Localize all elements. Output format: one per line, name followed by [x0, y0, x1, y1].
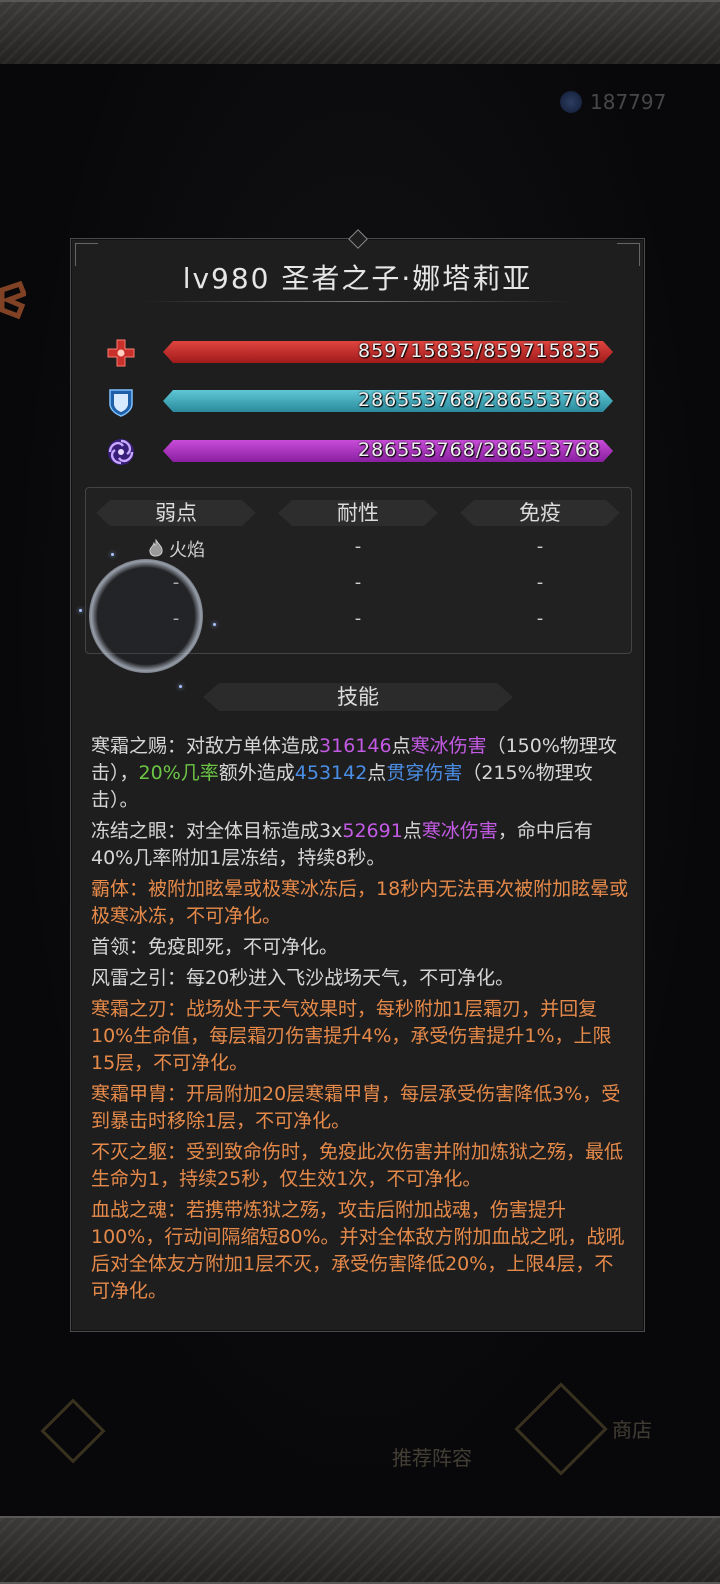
- weakness-cell: -: [172, 608, 180, 629]
- damage-type: 贯穿伤害: [386, 762, 463, 784]
- health-cross-icon: [107, 339, 135, 367]
- skill-name: 冻结之眼: [91, 820, 168, 842]
- gem-icon: [560, 91, 582, 113]
- bottom-nav: 推荐阵容 商店: [0, 1380, 720, 1500]
- skills-list: 寒霜之赐：对敌方单体造成316146点寒冰伤害（150%物理攻击），20%几率额…: [91, 733, 631, 1309]
- skill-text: 点: [367, 762, 387, 784]
- bottom-frame: [0, 1516, 720, 1584]
- passive-entry: 首领：免疫即死，不可净化。: [91, 936, 339, 958]
- energy-row: 286553768/286553768: [105, 438, 615, 466]
- shop-button[interactable]: 商店: [612, 1414, 652, 1443]
- skill-text: 点: [402, 820, 422, 842]
- shield-icon: [109, 389, 133, 417]
- damage-type: 寒冰伤害: [410, 735, 487, 757]
- hp-value: 859715835/859715835: [358, 340, 601, 362]
- hp-bar: 859715835/859715835: [163, 341, 613, 363]
- back-diamond-icon[interactable]: [40, 1398, 106, 1464]
- resistance-cell: -: [354, 572, 362, 593]
- weakness-cell: -: [172, 572, 180, 593]
- boss-info-panel: lv980 圣者之子·娜塔莉亚 859715835/859715835 2865…: [70, 229, 645, 1332]
- weakness-label: 火焰: [169, 540, 205, 561]
- swirl-icon: [108, 439, 134, 465]
- shield-row: 286553768/286553768: [105, 388, 615, 417]
- passive-entry: 寒霜之刃：战场处于天气效果时，每秒附加1层霜刃，并回复10%生命值，每层霜刃伤害…: [91, 998, 612, 1074]
- shield-bar: 286553768/286553768: [163, 390, 613, 412]
- skills-header: 技能: [203, 683, 513, 711]
- sparkle: [79, 609, 82, 612]
- currency-display: 187797: [560, 90, 666, 114]
- damage-value: 316146: [319, 735, 392, 757]
- resistance-cell: -: [354, 608, 362, 629]
- sparkle: [213, 623, 216, 626]
- passive-entry: 血战之魂：若携带炼狱之殇，攻击后附加战魂，伤害提升100%，行动间隔缩短80%。…: [91, 1199, 625, 1302]
- resistance-header: 耐性: [278, 500, 438, 526]
- passive-entry: 不灭之躯：受到致命伤时，免疫此次伤害并附加炼狱之殇，最低生命为1，持续25秒，仅…: [91, 1141, 624, 1190]
- immunity-cell: -: [536, 572, 544, 593]
- resistance-table: 弱点 耐性 免疫 火焰 - - - - - - - -: [85, 487, 632, 654]
- resistance-cell: -: [354, 536, 362, 557]
- recommend-lineup-button[interactable]: 推荐阵容: [392, 1442, 472, 1471]
- flame-icon: [149, 539, 163, 557]
- passive-entry: 霸体：被附加眩晕或极寒冰冻后，18秒内无法再次被附加眩晕或极寒冰冻，不可净化。: [91, 878, 629, 927]
- sparkle: [179, 685, 182, 688]
- skill-text: ：对敌方单体造成: [167, 735, 320, 757]
- boss-title: lv980 圣者之子·娜塔莉亚: [182, 262, 533, 295]
- skill-entry: 冻结之眼：对全体目标造成3x52691点寒冰伤害，命中后有40%几率附加1层冻结…: [91, 818, 631, 872]
- weakness-header: 弱点: [96, 500, 256, 526]
- currency-value: 187797: [590, 90, 667, 114]
- title-divider: [141, 301, 574, 302]
- damage-value: 52691: [342, 820, 403, 842]
- immunity-cell: -: [536, 536, 544, 557]
- damage-type: 寒冰伤害: [421, 820, 498, 842]
- shield-value: 286553768/286553768: [358, 389, 601, 411]
- damage-value: 453142: [294, 762, 368, 784]
- skill-text: ：对全体目标造成3x: [167, 820, 343, 842]
- sparkle: [111, 553, 114, 556]
- skill-text: 点: [391, 735, 411, 757]
- top-frame: [0, 0, 720, 68]
- immunity-header: 免疫: [460, 500, 620, 526]
- energy-value: 286553768/286553768: [358, 439, 601, 461]
- hp-row: 859715835/859715835: [105, 339, 615, 367]
- immunity-cell: -: [536, 608, 544, 629]
- skill-entry: 寒霜之赐：对敌方单体造成316146点寒冰伤害（150%物理攻击），20%几率额…: [91, 733, 631, 814]
- side-emblem-icon: [0, 280, 26, 320]
- shop-diamond-icon[interactable]: [514, 1382, 608, 1476]
- passive-entry: 寒霜甲胄：开局附加20层寒霜甲胄，每层承受伤害降低3%，受到暴击时移除1层，不可…: [91, 1083, 621, 1132]
- energy-bar: 286553768/286553768: [163, 440, 613, 462]
- skill-text: 额外造成: [218, 762, 295, 784]
- skill-name: 寒霜之赐: [91, 735, 168, 757]
- chance-value: 20%几率: [138, 762, 219, 784]
- passive-entry: 风雷之引：每20秒进入飞沙战场天气，不可净化。: [91, 967, 515, 989]
- weakness-cell: 火焰: [96, 536, 256, 562]
